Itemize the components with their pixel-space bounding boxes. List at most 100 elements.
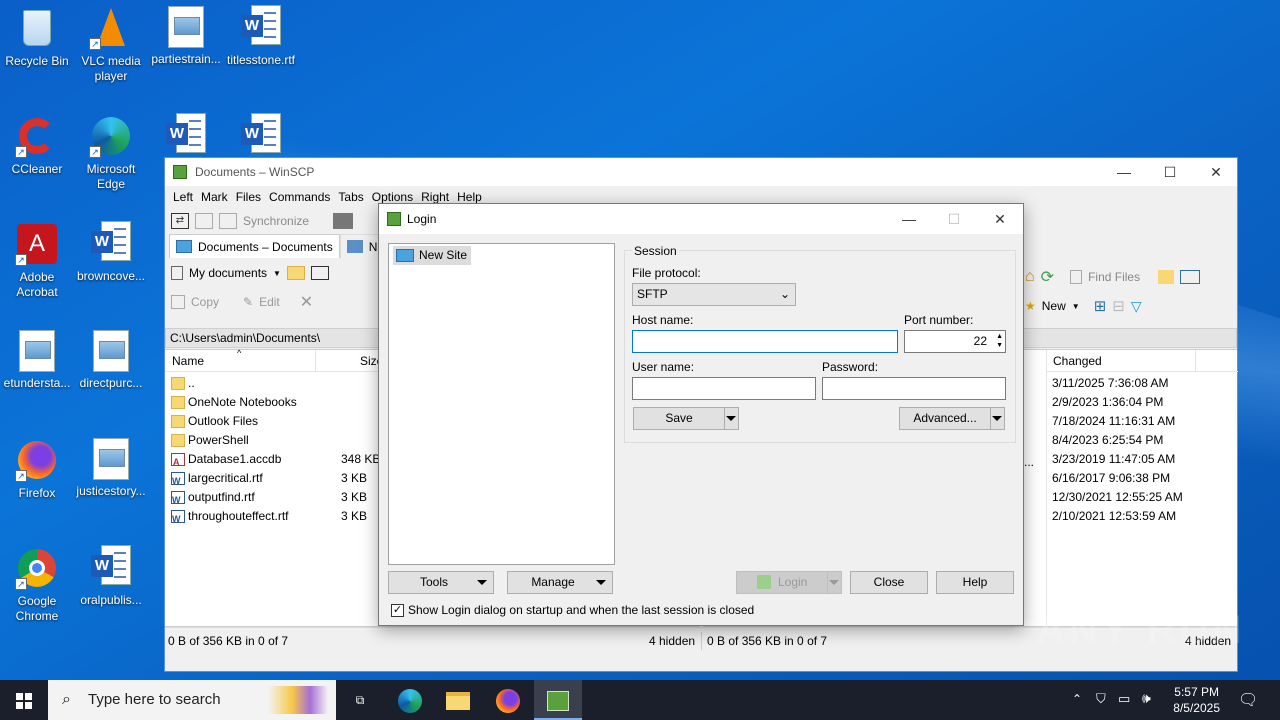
desktop-icon-file[interactable]: partiestrain...	[149, 0, 223, 67]
site-item-new-site[interactable]: New Site	[393, 246, 472, 265]
spinner-arrows-icon[interactable]: ▲ ▼	[996, 332, 1003, 350]
taskbar-file-explorer[interactable]	[434, 680, 482, 720]
tree-icon[interactable]	[1158, 270, 1175, 284]
save-dropdown[interactable]	[724, 408, 738, 429]
host-input[interactable]	[632, 330, 898, 353]
notifications-icon[interactable]: 🗨	[1238, 690, 1258, 710]
taskbar-firefox[interactable]	[484, 680, 532, 720]
changed-cell[interactable]: 2/10/2021 12:53:59 AM	[1052, 507, 1183, 526]
desktop-icon-ccleaner[interactable]: ↗ CCleaner	[0, 108, 74, 177]
save-button[interactable]: Save	[633, 407, 739, 430]
close-icon[interactable]: ✕	[1193, 158, 1239, 186]
find-files-icon[interactable]	[1070, 270, 1083, 284]
compare-icon[interactable]: ⇄	[171, 213, 189, 229]
task-view-button[interactable]: ⧉	[336, 680, 384, 720]
show-login-checkbox[interactable]: ✓	[391, 603, 404, 617]
start-button[interactable]	[0, 680, 48, 720]
user-input[interactable]	[632, 377, 816, 400]
file-row[interactable]: OneNote Notebooks	[165, 393, 379, 412]
desktop-icon-firefox[interactable]: ↗ Firefox	[0, 432, 74, 501]
menu-right[interactable]: Right	[417, 190, 453, 204]
maximize-icon[interactable]: ☐	[1147, 158, 1193, 186]
desktop-icon-edge[interactable]: ↗ Microsoft Edge	[74, 108, 148, 192]
tools-button[interactable]: Tools	[388, 571, 494, 594]
sync-browse-icon[interactable]	[195, 213, 213, 229]
synchronize-button[interactable]: Synchronize	[243, 214, 309, 228]
tab-documents[interactable]: Documents – Documents	[169, 234, 340, 258]
advanced-button[interactable]: Advanced...	[899, 407, 1005, 430]
desktop-icon-acrobat[interactable]: A ↗ Adobe Acrobat	[0, 216, 74, 300]
menu-files[interactable]: Files	[232, 190, 265, 204]
chevron-up-icon[interactable]: ⌃	[1072, 692, 1082, 706]
changed-cell[interactable]: 3/23/2019 11:47:05 AM	[1052, 450, 1183, 469]
view-icon[interactable]	[1180, 270, 1201, 284]
desktop-icon-file[interactable]: etundersta...	[0, 324, 74, 391]
edit-button[interactable]: Edit	[259, 295, 280, 309]
location-dropdown[interactable]: My documents	[189, 266, 267, 280]
close-icon[interactable]: ✕	[977, 204, 1023, 232]
help-button[interactable]: Help	[936, 571, 1014, 594]
changed-cell[interactable]: 7/18/2024 11:16:31 AM	[1052, 412, 1183, 431]
advanced-dropdown[interactable]	[990, 408, 1004, 429]
minus-icon[interactable]: ⊟	[1112, 297, 1125, 315]
file-row[interactable]: PowerShell	[165, 431, 379, 450]
file-row[interactable]: Database1.accdb 348 KB	[165, 450, 380, 472]
login-button[interactable]: Login	[736, 571, 842, 594]
open-folder-icon[interactable]	[286, 266, 305, 280]
find-files-button[interactable]: Find Files	[1088, 270, 1140, 284]
check-filter-icon[interactable]: ▽	[1131, 298, 1142, 315]
file-row[interactable]: outputfind.rtf 3 KB	[165, 488, 379, 510]
port-input[interactable]: 22 ▲ ▼	[904, 330, 1006, 353]
changed-cell[interactable]: 12/30/2021 12:55:25 AM	[1052, 488, 1183, 507]
changed-cell[interactable]: 2/9/2023 1:36:04 PM	[1052, 393, 1183, 412]
desktop-icon-file[interactable]: W titlesstone.rtf	[224, 0, 298, 68]
password-input[interactable]	[822, 377, 1006, 400]
changed-cell[interactable]: 8/4/2023 6:25:54 PM	[1052, 431, 1183, 450]
plus-icon[interactable]: ⊞	[1094, 297, 1107, 315]
console-icon[interactable]	[333, 213, 354, 229]
menu-tabs[interactable]: Tabs	[334, 190, 367, 204]
minimize-icon[interactable]: —	[1101, 158, 1147, 186]
close-button[interactable]: Close	[850, 571, 928, 594]
changed-cell[interactable]: 6/16/2017 9:06:38 PM	[1052, 469, 1183, 488]
desktop-icon-file[interactable]: W browncove...	[74, 216, 148, 284]
copy-button[interactable]: Copy	[191, 295, 219, 309]
login-dropdown[interactable]	[827, 572, 841, 593]
status-left-hidden[interactable]: 4 hidden	[649, 628, 695, 654]
changed-cell[interactable]: 3/11/2025 7:36:08 AM	[1052, 374, 1183, 393]
menu-commands[interactable]: Commands	[265, 190, 334, 204]
menu-left[interactable]: Left	[169, 190, 197, 204]
taskbar-winscp[interactable]	[534, 680, 582, 720]
menu-mark[interactable]: Mark	[197, 190, 232, 204]
taskbar-edge[interactable]	[386, 680, 434, 720]
refresh-icon[interactable]: ⟳	[1041, 267, 1054, 287]
security-icon[interactable]: ⛉	[1096, 691, 1106, 707]
column-changed[interactable]: Changed	[1053, 350, 1102, 372]
desktop-icon-vlc[interactable]: ↗ VLC media player	[74, 0, 148, 84]
manage-button[interactable]: Manage	[507, 571, 613, 594]
network-icon[interactable]: ▭	[1118, 691, 1130, 707]
home-icon[interactable]: ⌂	[1025, 268, 1035, 286]
menu-options[interactable]: Options	[368, 190, 417, 204]
taskbar-clock[interactable]: 5:57 PM 8/5/2025	[1173, 684, 1220, 716]
protocol-select[interactable]: SFTP ⌄	[632, 283, 796, 306]
desktop-icon-recycle-bin[interactable]: Recycle Bin	[0, 0, 74, 69]
filter-icon[interactable]	[310, 266, 329, 280]
minimize-icon[interactable]: —	[886, 204, 932, 232]
chevron-down-icon[interactable]: ▼	[273, 269, 281, 278]
desktop-icon-file[interactable]: directpurc...	[74, 324, 148, 391]
copy-icon[interactable]	[171, 295, 185, 309]
menu-help[interactable]: Help	[453, 190, 486, 204]
edit-icon[interactable]: ✎	[243, 295, 253, 309]
file-row[interactable]: Outlook Files	[165, 412, 379, 431]
file-row[interactable]: ..	[165, 374, 379, 393]
chevron-down-icon[interactable]: ▼	[1072, 302, 1080, 311]
synchronize-icon[interactable]	[219, 213, 237, 229]
desktop-icon-chrome[interactable]: ↗ Google Chrome	[0, 540, 74, 624]
desktop-icon-file[interactable]: W oralpublis...	[74, 540, 148, 608]
volume-icon[interactable]: 🕪	[1142, 690, 1151, 707]
left-path[interactable]: C:\Users\admin\Documents\	[170, 331, 320, 345]
delete-icon[interactable]: ✕	[300, 292, 313, 312]
taskbar-search[interactable]: ⌕ Type here to search	[48, 680, 336, 720]
file-row[interactable]: largecritical.rtf 3 KB	[165, 469, 379, 491]
